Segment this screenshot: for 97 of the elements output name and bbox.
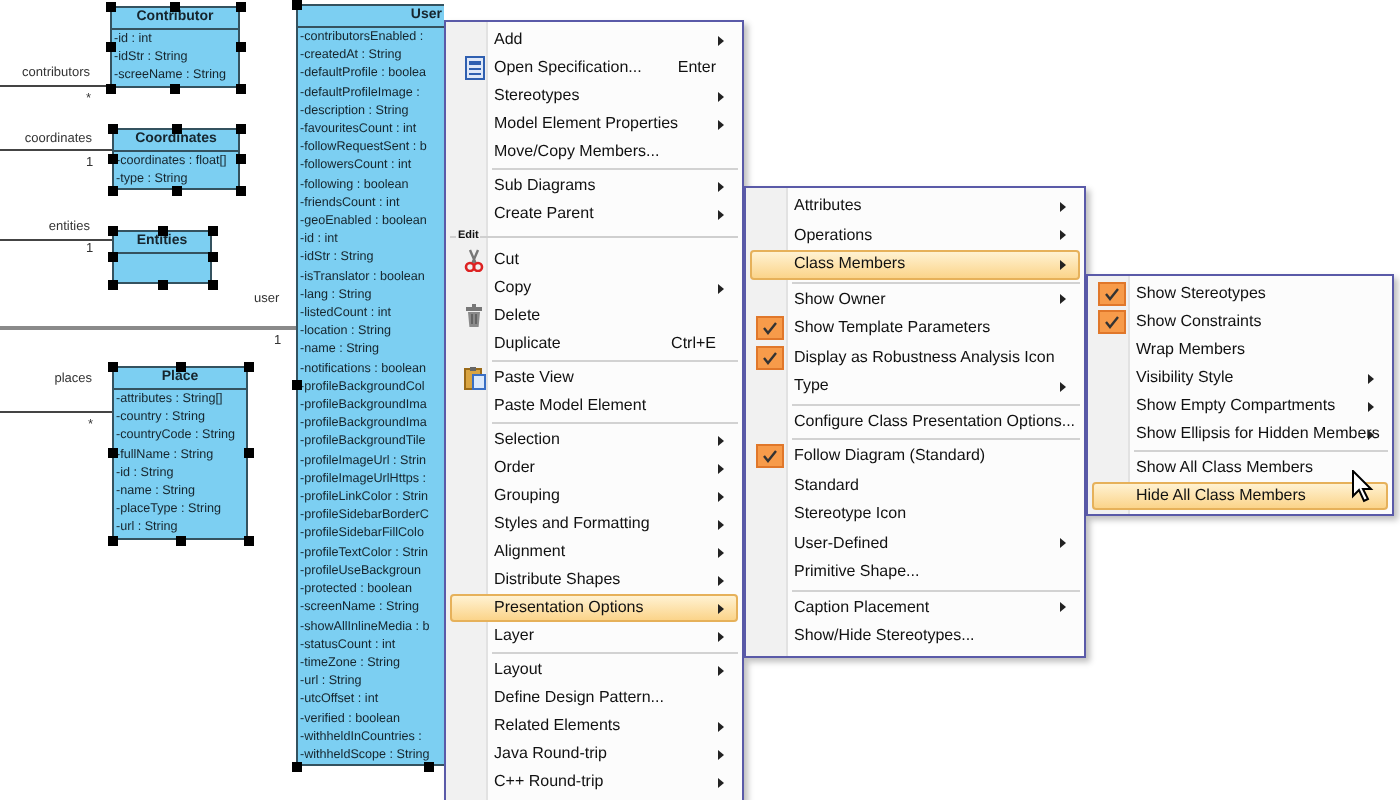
menu-item[interactable]: Operations: [750, 221, 1080, 250]
menu-item[interactable]: Alignment: [450, 538, 738, 566]
menu-item[interactable]: Grouping: [450, 482, 738, 510]
resize-handle[interactable]: [236, 42, 246, 52]
shortcut-text: Enter: [677, 56, 718, 80]
menu-item[interactable]: User-Defined: [750, 529, 1080, 558]
resize-handle[interactable]: [108, 362, 118, 372]
menu-item[interactable]: Paste Model Element: [450, 392, 738, 420]
menu-item[interactable]: Layer: [450, 622, 738, 650]
resize-handle[interactable]: [108, 226, 118, 236]
menu-item[interactable]: Order: [450, 454, 738, 482]
menu-item[interactable]: Delete: [450, 302, 738, 330]
menu-item[interactable]: Styles and Formatting: [450, 510, 738, 538]
menu-item[interactable]: Model Element Properties: [450, 110, 738, 138]
menu-item[interactable]: Type: [750, 372, 1080, 401]
resize-handle[interactable]: [172, 124, 182, 134]
resize-handle[interactable]: [244, 536, 254, 546]
menu-item[interactable]: Show Owner: [750, 285, 1080, 314]
menu-item[interactable]: Show/Hide Stereotypes...: [750, 622, 1080, 651]
clipboard-icon: [464, 366, 486, 390]
menu-item[interactable]: Class Members: [750, 250, 1080, 279]
resize-handle[interactable]: [208, 280, 218, 290]
resize-handle[interactable]: [106, 84, 116, 94]
resize-handle[interactable]: [108, 280, 118, 290]
resize-handle[interactable]: [244, 448, 254, 458]
resize-handle[interactable]: [244, 362, 254, 372]
menu-item[interactable]: Stereotype Icon: [750, 500, 1080, 529]
shortcut-text: Ctrl+E: [671, 332, 718, 356]
menu-item[interactable]: Display as Robustness Analysis Icon: [750, 343, 1080, 372]
menu-item[interactable]: Distribute Shapes: [450, 566, 738, 594]
menu-item[interactable]: Show Ellipsis for Hidden Members: [1092, 420, 1388, 448]
resize-handle[interactable]: [108, 252, 118, 262]
menu-item[interactable]: Show Constraints: [1092, 308, 1388, 336]
menu-item[interactable]: C++ Round-trip: [450, 768, 738, 796]
resize-handle[interactable]: [158, 280, 168, 290]
resize-handle[interactable]: [172, 186, 182, 196]
menu-item[interactable]: Primitive Shape...: [750, 558, 1080, 587]
menu-item[interactable]: Caption Placement: [750, 593, 1080, 622]
menu-item[interactable]: Show Empty Compartments: [1092, 392, 1388, 420]
resize-handle[interactable]: [292, 762, 302, 772]
resize-handle[interactable]: [292, 0, 302, 10]
menu-item[interactable]: Cut: [450, 246, 738, 274]
resize-handle[interactable]: [108, 186, 118, 196]
menu-item[interactable]: Hide All Class Members: [1092, 482, 1388, 510]
resize-handle[interactable]: [158, 226, 168, 236]
resize-handle[interactable]: [108, 124, 118, 134]
menu-item[interactable]: Presentation Options: [450, 594, 738, 622]
menu-item[interactable]: Open Specification... Enter: [450, 54, 738, 82]
document-icon: [464, 56, 486, 80]
resize-handle[interactable]: [424, 762, 434, 772]
resize-handle[interactable]: [236, 154, 246, 164]
association-line: [0, 411, 112, 413]
menu-item[interactable]: Sub Diagrams: [450, 172, 738, 200]
menu-item[interactable]: Visibility Style: [1092, 364, 1388, 392]
resize-handle[interactable]: [208, 252, 218, 262]
association-line: [0, 149, 112, 151]
resize-handle[interactable]: [170, 2, 180, 12]
resize-handle[interactable]: [176, 536, 186, 546]
menu-item[interactable]: Add: [450, 26, 738, 54]
trash-icon: [464, 304, 484, 328]
resize-handle[interactable]: [236, 84, 246, 94]
resize-handle[interactable]: [108, 536, 118, 546]
resize-handle[interactable]: [170, 84, 180, 94]
menu-item[interactable]: Show Stereotypes: [1092, 280, 1388, 308]
menu-item[interactable]: Define Design Pattern...: [450, 684, 738, 712]
resize-handle[interactable]: [108, 448, 118, 458]
menu-item[interactable]: Related Elements: [450, 712, 738, 740]
menu-item[interactable]: Wrap Members: [1092, 336, 1388, 364]
resize-handle[interactable]: [236, 186, 246, 196]
resize-handle[interactable]: [106, 2, 116, 12]
menu-item[interactable]: Stereotypes: [450, 82, 738, 110]
resize-handle[interactable]: [208, 226, 218, 236]
menu-item[interactable]: Show Template Parameters: [750, 314, 1080, 343]
resize-handle[interactable]: [236, 2, 246, 12]
menu-item[interactable]: Layout: [450, 656, 738, 684]
resize-handle[interactable]: [236, 124, 246, 134]
menu-item[interactable]: Create Parent: [450, 200, 738, 228]
association-line: [0, 85, 110, 87]
scissors-icon: [464, 248, 484, 272]
menu-item[interactable]: Paste View: [450, 364, 738, 392]
menu-item[interactable]: Show All Class Members: [1092, 454, 1388, 482]
resize-handle[interactable]: [106, 42, 116, 52]
menu-item[interactable]: Selection: [450, 426, 738, 454]
menu-item[interactable]: Java Round-trip: [450, 740, 738, 768]
menu-item[interactable]: Standard: [750, 471, 1080, 500]
resize-handle[interactable]: [108, 154, 118, 164]
menu-item[interactable]: Attributes: [750, 192, 1080, 221]
association-line: [0, 239, 112, 241]
menu-item[interactable]: Move/Copy Members...: [450, 138, 738, 166]
class-box[interactable]: [296, 4, 444, 767]
menu-item[interactable]: Follow Diagram (Standard): [750, 442, 1080, 471]
menu-item[interactable]: Configure Class Presentation Options...: [750, 407, 1080, 436]
resize-handle[interactable]: [176, 362, 186, 372]
resize-handle[interactable]: [292, 380, 302, 390]
menu-item[interactable]: Copy: [450, 274, 738, 302]
mouse-pointer-icon: [1352, 470, 1374, 504]
menu-item[interactable]: Duplicate Ctrl+E: [450, 330, 738, 358]
